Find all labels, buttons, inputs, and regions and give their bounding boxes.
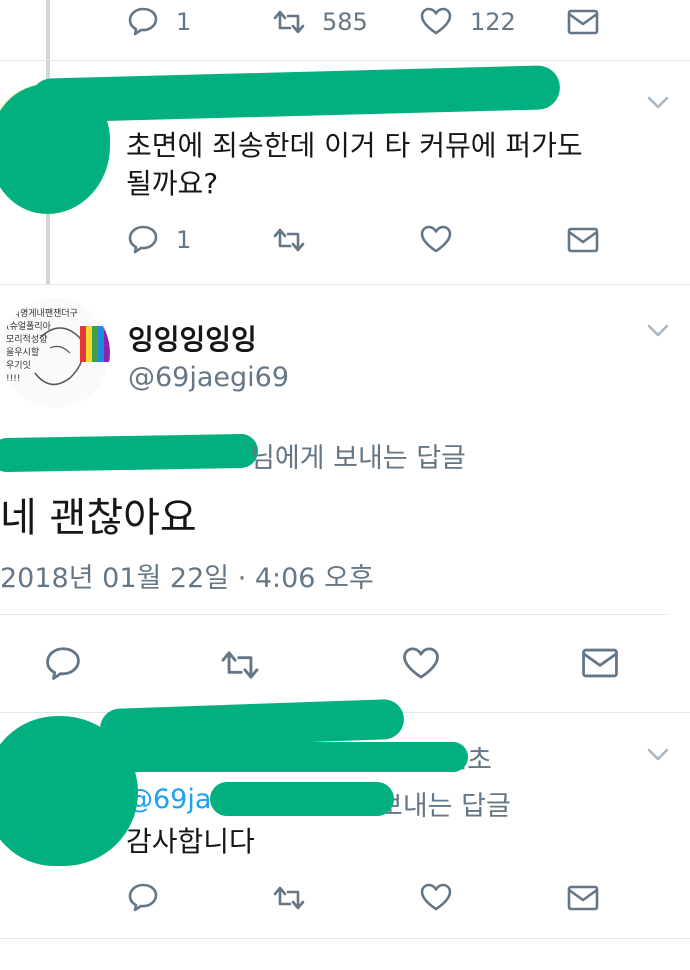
divider	[0, 938, 690, 939]
like-icon[interactable]	[419, 882, 453, 912]
handle[interactable]: @69jaegi69	[128, 362, 289, 393]
redaction-mark	[120, 742, 468, 772]
reply-icon[interactable]	[127, 6, 159, 36]
reply-icon[interactable]	[127, 224, 159, 254]
reply-text-line2: 될까요?	[126, 167, 219, 200]
chevron-down-icon[interactable]	[646, 746, 670, 762]
reply-text-line1: 초면에 죄송한데 이거 타 커뮤에 퍼가도	[126, 129, 583, 162]
redaction-mark	[29, 65, 561, 123]
retweet-icon[interactable]	[271, 884, 307, 912]
like-icon[interactable]	[419, 6, 453, 36]
timestamp: 2018년 01월 22일 · 4:06 오후	[0, 563, 374, 594]
like-count: 122	[470, 8, 516, 36]
like-icon[interactable]	[419, 224, 453, 254]
like-button[interactable]	[401, 645, 441, 681]
divider	[0, 60, 690, 61]
reply-icon[interactable]	[127, 882, 159, 912]
divider	[0, 284, 690, 285]
reply-count: 1	[176, 8, 192, 36]
redaction-mark	[0, 433, 259, 473]
display-name[interactable]: 잉잉잉잉잉	[128, 318, 257, 358]
reply-to-label: 님에게 보내는 답글	[250, 443, 466, 474]
chevron-down-icon[interactable]	[646, 322, 670, 338]
redaction-mark	[210, 782, 394, 816]
message-icon[interactable]	[566, 226, 600, 254]
message-icon[interactable]	[566, 8, 600, 36]
reply-count: 1	[176, 226, 192, 254]
message-button[interactable]	[580, 646, 620, 680]
avatar[interactable]: ..덕명게내팬잰더구 (슈얼폴리아 모리적성향 을우시할 우기잇 !!!!	[0, 298, 110, 408]
divider	[0, 614, 668, 615]
chevron-down-icon[interactable]	[646, 94, 670, 110]
reply-button[interactable]	[44, 645, 82, 681]
retweet-count: 585	[322, 8, 368, 36]
reply-to-label: 보내는 답글	[378, 791, 511, 822]
reply-text: 감사합니다	[126, 825, 255, 858]
retweet-icon[interactable]	[271, 8, 307, 36]
retweet-button[interactable]	[218, 648, 262, 682]
retweet-icon[interactable]	[271, 226, 307, 254]
tweet-text: 네 괜찮아요	[0, 495, 197, 541]
message-icon[interactable]	[566, 884, 600, 912]
